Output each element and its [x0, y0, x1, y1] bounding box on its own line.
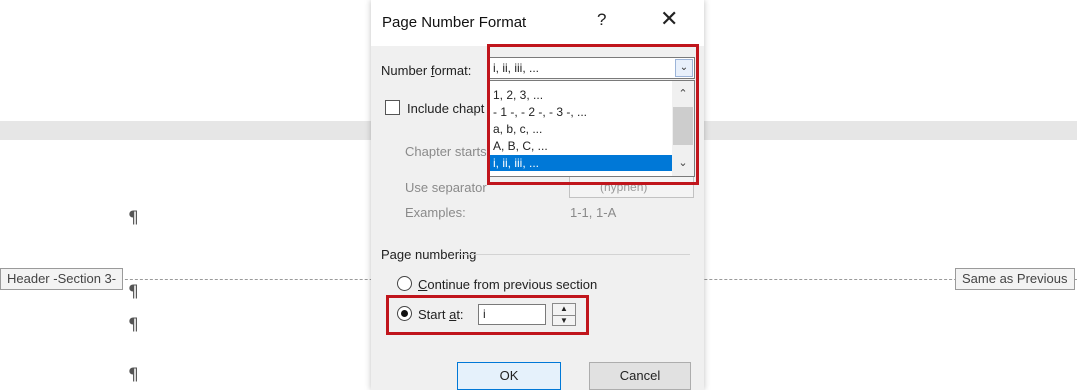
number-format-list[interactable]: 1, 2, 3, ... - 1 -, - 2 -, - 3 -, ... a,…	[487, 80, 695, 177]
scrollbar-thumb[interactable]	[673, 107, 693, 145]
list-scrollbar[interactable]: ⌃ ⌄	[672, 81, 694, 176]
number-format-option[interactable]: 1, 2, 3, ...	[490, 87, 670, 103]
include-chapter-label: Include chapt	[407, 101, 485, 116]
number-format-option-selected[interactable]: i, ii, iii, ...	[490, 155, 673, 171]
number-format-value: i, ii, iii, ...	[493, 61, 540, 75]
cancel-button[interactable]: Cancel	[589, 362, 691, 390]
chevron-up-icon[interactable]: ⌃	[672, 85, 694, 103]
start-at-label: Start at:	[418, 307, 464, 322]
radio-selected-dot	[401, 310, 408, 317]
chapter-starts-label: Chapter starts	[405, 144, 487, 159]
examples-value: 1-1, 1-A	[570, 205, 617, 220]
number-format-option[interactable]: a, b, c, ...	[490, 121, 670, 137]
start-at-value: i	[483, 307, 486, 321]
spin-down-icon[interactable]: ▼	[553, 315, 575, 325]
separator-select: (hyphen)	[569, 176, 694, 198]
paragraph-mark: ¶	[128, 282, 139, 302]
include-chapter-checkbox[interactable]	[385, 100, 400, 115]
start-at-spinner[interactable]: ▲ ▼	[552, 303, 576, 326]
continue-radio[interactable]	[397, 276, 412, 291]
number-format-label: Number format:	[381, 63, 472, 78]
use-separator-label: Use separator	[405, 180, 487, 195]
chevron-down-icon[interactable]: ⌄	[672, 154, 694, 172]
paragraph-mark: ¶	[128, 208, 139, 228]
number-format-dropdown[interactable]: i, ii, iii, ... ⌄	[487, 57, 695, 79]
paragraph-mark: ¶	[128, 365, 139, 385]
group-divider	[458, 254, 690, 255]
continue-label: Continue from previous section	[418, 277, 598, 292]
number-format-option[interactable]: - 1 -, - 2 -, - 3 -, ...	[490, 104, 670, 120]
same-as-previous-tag: Same as Previous	[955, 268, 1075, 290]
dialog-title: Page Number Format	[382, 14, 527, 31]
ok-button[interactable]: OK	[457, 362, 561, 390]
start-at-radio[interactable]	[397, 306, 412, 321]
chevron-down-icon[interactable]: ⌄	[675, 59, 693, 77]
paragraph-mark: ¶	[128, 315, 139, 335]
close-button[interactable]: ✕	[660, 6, 678, 32]
dialog-title-bar: Page Number Format ? ✕	[371, 0, 704, 46]
start-at-input[interactable]: i	[478, 304, 546, 325]
number-format-option[interactable]: A, B, C, ...	[490, 138, 670, 154]
examples-label: Examples:	[405, 205, 466, 220]
help-button[interactable]: ?	[597, 10, 606, 30]
header-section-tag: Header -Section 3-	[0, 268, 124, 290]
spin-up-icon[interactable]: ▲	[553, 304, 575, 314]
